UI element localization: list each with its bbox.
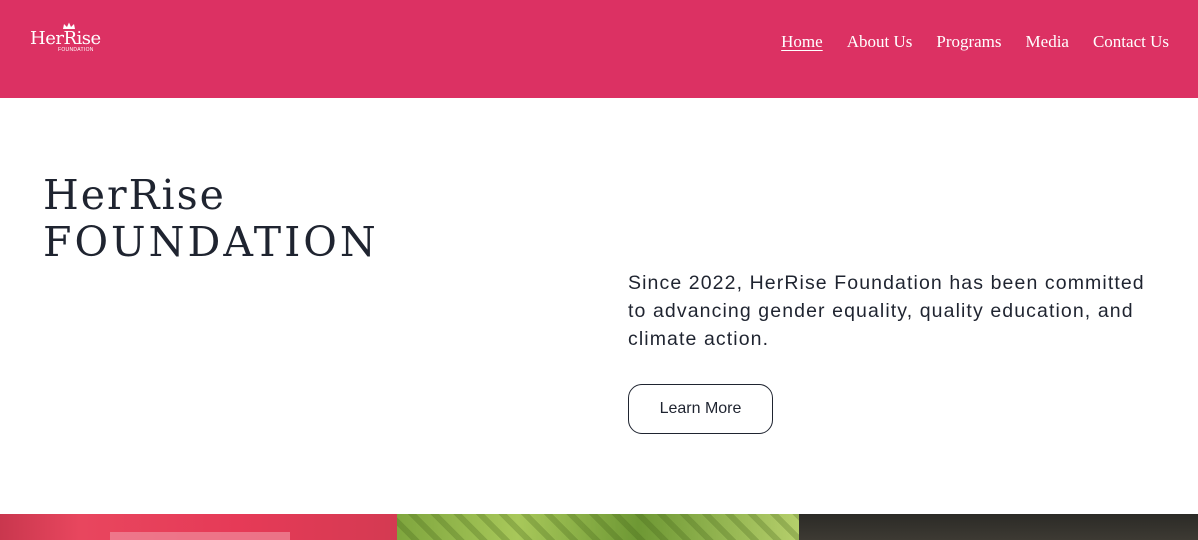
learn-more-button[interactable]: Learn More — [628, 384, 773, 434]
hero-title: HerRise FOUNDATION — [43, 172, 379, 266]
nav-contact-us[interactable]: Contact Us — [1093, 32, 1169, 52]
nav-programs[interactable]: Programs — [936, 32, 1001, 52]
nav-media[interactable]: Media — [1026, 32, 1069, 52]
gallery-image-banner — [0, 514, 397, 540]
main-nav: Home About Us Programs Media Contact Us — [781, 31, 1169, 53]
photo-gallery — [0, 514, 1198, 540]
nav-home[interactable]: Home — [781, 32, 823, 52]
hero-description: Since 2022, HerRise Foundation has been … — [628, 272, 1145, 350]
hero-title-line1: HerRise — [43, 171, 226, 219]
herrise-logo[interactable]: HerRise FOUNDATION — [30, 22, 110, 56]
gallery-image-indoor — [799, 514, 1198, 540]
nav-about-us[interactable]: About Us — [847, 32, 913, 52]
hero-title-line2: FOUNDATION — [43, 218, 379, 266]
logo-text: HerRise — [30, 28, 101, 49]
gallery-image-tree — [397, 514, 799, 540]
logo-subtext: FOUNDATION — [58, 47, 94, 53]
site-header: HerRise FOUNDATION Home About Us Program… — [0, 0, 1198, 98]
